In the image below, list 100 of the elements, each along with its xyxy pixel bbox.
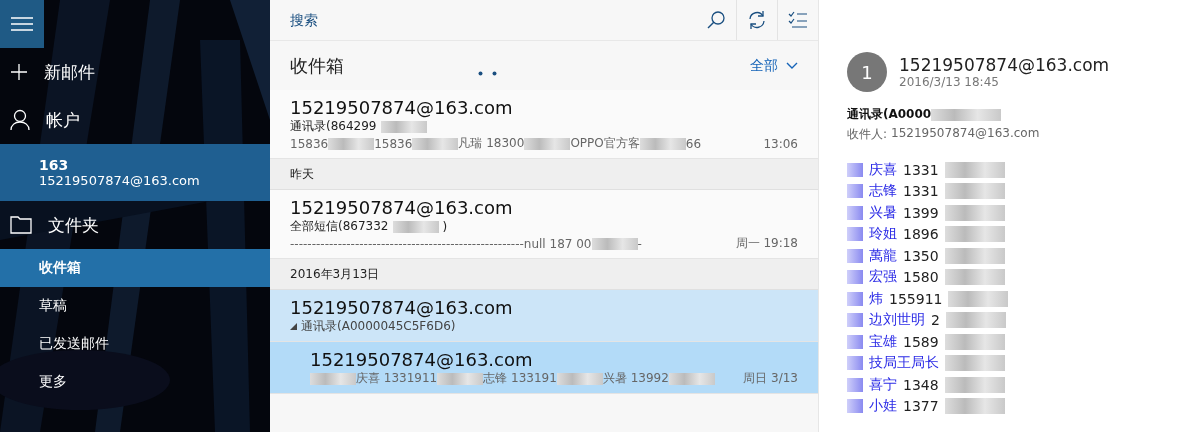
phone-number: 1350 (903, 247, 939, 264)
phone-number: 1896 (903, 226, 939, 243)
preview-text: 66 (685, 136, 702, 151)
message-time: 13:06 (763, 136, 798, 151)
checklist-icon (788, 11, 808, 29)
redacted-block (847, 184, 863, 199)
redacted-block (945, 355, 1005, 372)
conversation-row[interactable]: 15219507874@163.com 通讯录(A0000045C5F6D6) (270, 290, 818, 342)
message-time: 周日 3/13 (743, 370, 798, 387)
action-label: 文件夹 (48, 213, 99, 237)
folder-item[interactable]: 草稿 (0, 287, 270, 325)
chevron-icon (786, 61, 798, 70)
preview-text: 志锋 133191 (483, 370, 557, 387)
sync-icon (747, 10, 767, 30)
menu-icon (11, 17, 33, 31)
phone-number: 1331 (903, 183, 939, 200)
phone-number: 1331 (903, 161, 939, 178)
redacted-block (944, 204, 1005, 221)
message-time: 周一 19:18 (735, 235, 798, 252)
sidebar-action[interactable]: 新邮件 (0, 48, 270, 96)
redacted-block (945, 312, 1006, 329)
folder-icon (10, 216, 32, 234)
redacted-block (847, 356, 863, 371)
sidebar-action[interactable]: 文件夹 (0, 201, 270, 249)
preview-text: 凡瑞 18300 (458, 135, 525, 152)
preview-text: ) (442, 219, 448, 234)
contact-name: 小娃 (869, 397, 897, 416)
redacted-block (847, 227, 863, 242)
redacted-block (944, 161, 1005, 178)
sidebar-action[interactable]: 帐户 (0, 96, 270, 144)
redacted-block (668, 372, 715, 385)
contact-name: 兴暑 (869, 203, 897, 222)
redacted-block (944, 269, 1005, 286)
action-label: 帐户 (46, 108, 80, 132)
phone-number: 1589 (903, 333, 939, 350)
redacted-block (847, 162, 863, 177)
redacted-block (847, 334, 863, 349)
contact-name: 宏强 (869, 268, 897, 287)
redacted-block (524, 137, 571, 150)
contact-name: 玲姐 (869, 225, 897, 244)
contact-name: 志锋 (869, 182, 897, 201)
redacted-block (412, 137, 459, 150)
recipient-label: 收件人: (847, 126, 888, 143)
phone-number: 1580 (903, 269, 939, 286)
redacted-block (380, 120, 427, 133)
sender-address: 15219507874@163.com (899, 55, 1110, 75)
phone-number: 2 (931, 312, 940, 329)
redacted-block (310, 372, 356, 385)
preview-text: 兴暑 13992 (602, 370, 669, 387)
redacted-block (328, 137, 375, 150)
preview-text: OPPO官方客 (570, 135, 640, 152)
redacted-block (944, 183, 1005, 200)
redacted-block (392, 220, 439, 233)
menu-button[interactable] (0, 0, 44, 48)
preview-text: 15836 (290, 136, 329, 151)
sender-name: 15219507874@163.com (290, 97, 514, 118)
phone-number: 1399 (903, 204, 939, 221)
account-name: 163 (39, 157, 70, 173)
folder-item[interactable]: 已发送邮件 (0, 325, 270, 363)
recipient-address: 15219507874@163.com (891, 126, 1040, 142)
account-item[interactable]: 163 15219507874@163.com (0, 144, 270, 201)
plus-icon (10, 63, 28, 81)
redacted-block (556, 372, 603, 385)
contact-name: 庆喜 (869, 160, 897, 179)
redacted-block (847, 291, 863, 306)
expanded-icon[interactable] (290, 323, 297, 330)
contact-name: 萬龍 (869, 246, 897, 265)
redacted-block (847, 313, 863, 328)
redacted-block (944, 226, 1005, 243)
redacted-block (591, 237, 638, 250)
folder-title: 收件箱 (290, 53, 344, 78)
date-group-header: 昨天 (270, 159, 818, 190)
redacted-block (847, 205, 863, 220)
subject: 通讯录(A0000045C5F6D6) (301, 318, 456, 335)
account-email: 15219507874@163.com (39, 173, 201, 188)
phone-number: 155911 (889, 290, 943, 307)
contact-name: 喜宁 (869, 375, 897, 394)
sent-date: 2016/3/13 18:45 (899, 75, 1000, 89)
date-group-header: 2016年3月13日 (270, 259, 818, 290)
folder-item[interactable]: 收件箱 (0, 249, 270, 287)
avatar: 1 (847, 52, 887, 92)
preview-text: 庆喜 1331911 (356, 370, 438, 387)
search-field[interactable]: 搜索 (270, 0, 696, 40)
preview-text: 15836 (374, 136, 413, 151)
redacted-block (944, 376, 1005, 393)
contact-name: 宝雄 (869, 332, 897, 351)
sender-name: 15219507874@163.com (290, 297, 514, 318)
redacted-block (847, 377, 863, 392)
redacted-block (944, 247, 1005, 264)
filter-dropdown[interactable]: 全部 (750, 56, 798, 75)
redacted-block (847, 399, 863, 414)
folder-item[interactable]: 更多 (0, 363, 270, 401)
person-icon (10, 109, 30, 131)
phone-number: 1348 (903, 376, 939, 393)
thread-message-row[interactable]: 15219507874@163.com 庆喜 1331911 志锋 133191 兴暑 13992 周日 3/13 (270, 342, 818, 394)
preview-text: 通讯录(864299 (290, 118, 377, 135)
redacted-block (944, 333, 1005, 350)
redacted-block (944, 398, 1005, 415)
preview-text: ------------------------------------------------------null 187 00 (290, 236, 592, 251)
sender-name: 15219507874@163.com (290, 197, 514, 218)
